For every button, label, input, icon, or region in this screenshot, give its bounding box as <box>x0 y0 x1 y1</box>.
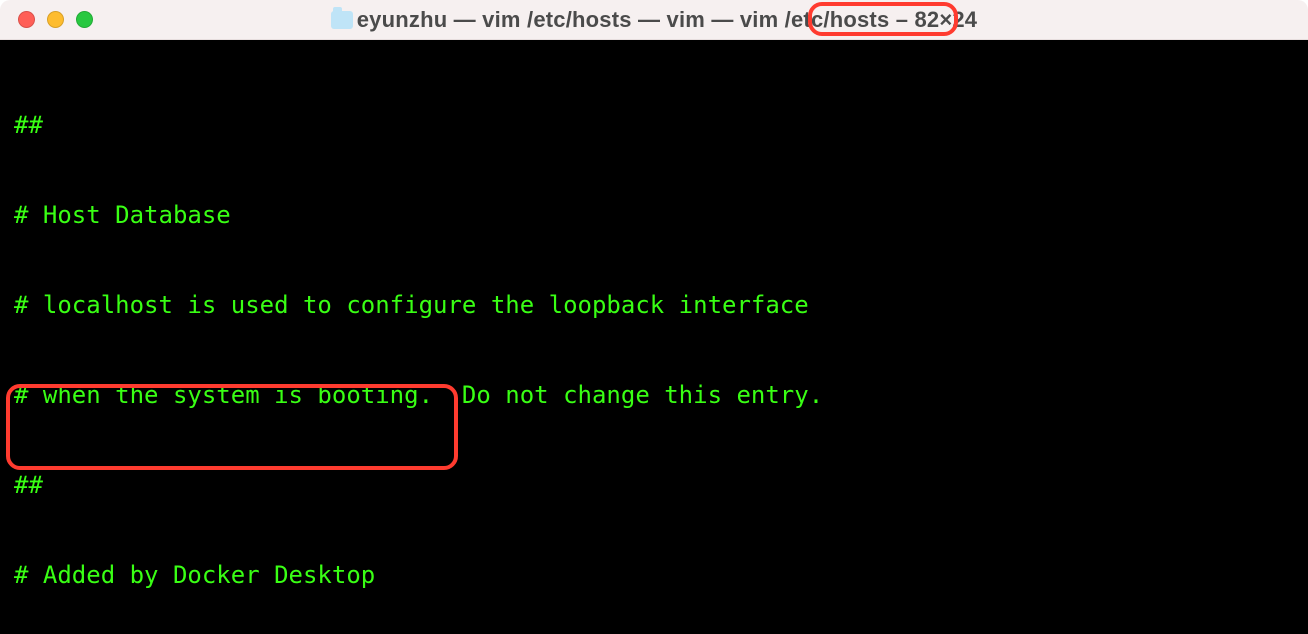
file-line: ## <box>14 110 1294 140</box>
minimize-button[interactable] <box>47 11 64 28</box>
maximize-button[interactable] <box>76 11 93 28</box>
file-line: # when the system is booting. Do not cha… <box>14 380 1294 410</box>
window-title: eyunzhu — vim /etc/hosts — vim — vim /et… <box>331 7 978 33</box>
terminal-window: eyunzhu — vim /etc/hosts — vim — vim /et… <box>0 0 1308 634</box>
title-center: eyunzhu — vim /etc/hosts — vim — vim /et… <box>0 7 1308 33</box>
titlebar: eyunzhu — vim /etc/hosts — vim — vim /et… <box>0 0 1308 40</box>
traffic-lights <box>18 11 93 28</box>
file-line: # localhost is used to configure the loo… <box>14 290 1294 320</box>
title-part-2: – 82×24 <box>896 7 978 33</box>
file-line: # Added by Docker Desktop <box>14 560 1294 590</box>
terminal-body[interactable]: ## # Host Database # localhost is used t… <box>0 40 1308 634</box>
title-part-0: eyunzhu — vim /etc/hosts — vim — vim <box>357 7 779 33</box>
file-line: # Host Database <box>14 200 1294 230</box>
file-line: ## <box>14 470 1294 500</box>
folder-icon <box>331 11 353 29</box>
close-button[interactable] <box>18 11 35 28</box>
title-part-1: /etc/hosts <box>778 7 895 33</box>
